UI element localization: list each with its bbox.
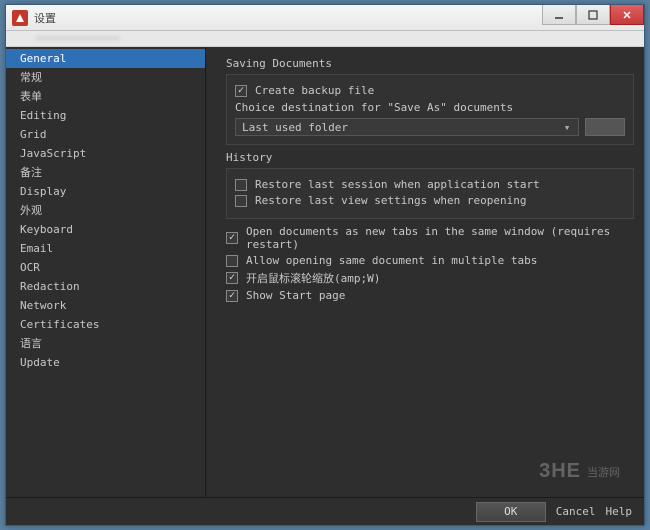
subheader: ———————————— xyxy=(6,31,644,47)
history-section: Restore last session when application st… xyxy=(226,168,634,219)
sidebar-item-1[interactable]: 常规 xyxy=(6,68,205,87)
option-label-1: Allow opening same document in multiple … xyxy=(246,254,537,267)
saving-section-title: Saving Documents xyxy=(226,57,634,70)
option-label-2: 开启鼠标滚轮缩放(amp;W) xyxy=(246,270,380,286)
sidebar-item-5[interactable]: JavaScript xyxy=(6,144,205,163)
sidebar-item-7[interactable]: Display xyxy=(6,182,205,201)
sidebar-item-14[interactable]: Certificates xyxy=(6,315,205,334)
option-checkbox-1[interactable] xyxy=(226,255,238,267)
sidebar-item-9[interactable]: Keyboard xyxy=(6,220,205,239)
sidebar-item-11[interactable]: OCR xyxy=(6,258,205,277)
option-checkbox-2[interactable] xyxy=(226,272,238,284)
option-checkbox-3[interactable] xyxy=(226,290,238,302)
sidebar-item-16[interactable]: Update xyxy=(6,353,205,372)
restore-view-label: Restore last view settings when reopenin… xyxy=(255,194,527,207)
dialog-footer: OK Cancel Help xyxy=(6,497,644,525)
sidebar-item-15[interactable]: 语言 xyxy=(6,334,205,353)
maximize-button[interactable] xyxy=(576,5,610,25)
saveas-choice-label: Choice destination for "Save As" documen… xyxy=(235,101,625,114)
client-area: General常规表单EditingGridJavaScript备注Displa… xyxy=(6,47,644,525)
sidebar-item-4[interactable]: Grid xyxy=(6,125,205,144)
option-label-3: Show Start page xyxy=(246,289,345,302)
restore-session-label: Restore last session when application st… xyxy=(255,178,540,191)
saveas-browse-button[interactable] xyxy=(585,118,625,136)
close-button[interactable] xyxy=(610,5,644,25)
sidebar-item-2[interactable]: 表单 xyxy=(6,87,205,106)
titlebar[interactable]: 设置 xyxy=(6,5,644,31)
backup-checkbox[interactable] xyxy=(235,85,247,97)
sidebar-item-12[interactable]: Redaction xyxy=(6,277,205,296)
cancel-button[interactable]: Cancel xyxy=(556,505,596,518)
sidebar-item-6[interactable]: 备注 xyxy=(6,163,205,182)
minimize-button[interactable] xyxy=(542,5,576,25)
help-button[interactable]: Help xyxy=(606,505,633,518)
sidebar-item-8[interactable]: 外观 xyxy=(6,201,205,220)
general-options: Open documents as new tabs in the same w… xyxy=(226,225,634,302)
chevron-down-icon: ▾ xyxy=(560,121,574,134)
restore-session-checkbox[interactable] xyxy=(235,179,247,191)
sidebar-item-10[interactable]: Email xyxy=(6,239,205,258)
ok-button[interactable]: OK xyxy=(476,502,546,522)
app-icon xyxy=(12,10,28,26)
content-panel: Saving Documents Create backup file Choi… xyxy=(206,47,644,497)
sidebar-item-13[interactable]: Network xyxy=(6,296,205,315)
saving-section: Create backup file Choice destination fo… xyxy=(226,74,634,145)
select-value: Last used folder xyxy=(242,121,348,134)
sidebar-item-3[interactable]: Editing xyxy=(6,106,205,125)
option-checkbox-0[interactable] xyxy=(226,232,238,244)
saveas-destination-select[interactable]: Last used folder ▾ xyxy=(235,118,579,136)
sidebar-item-0[interactable]: General xyxy=(6,49,205,68)
window-title: 设置 xyxy=(34,10,56,26)
history-section-title: History xyxy=(226,151,634,164)
backup-label: Create backup file xyxy=(255,84,374,97)
restore-view-checkbox[interactable] xyxy=(235,195,247,207)
option-label-0: Open documents as new tabs in the same w… xyxy=(246,225,634,251)
settings-window: 设置 ———————————— General常规表单EditingGridJa… xyxy=(5,4,645,526)
sidebar: General常规表单EditingGridJavaScript备注Displa… xyxy=(6,47,206,497)
